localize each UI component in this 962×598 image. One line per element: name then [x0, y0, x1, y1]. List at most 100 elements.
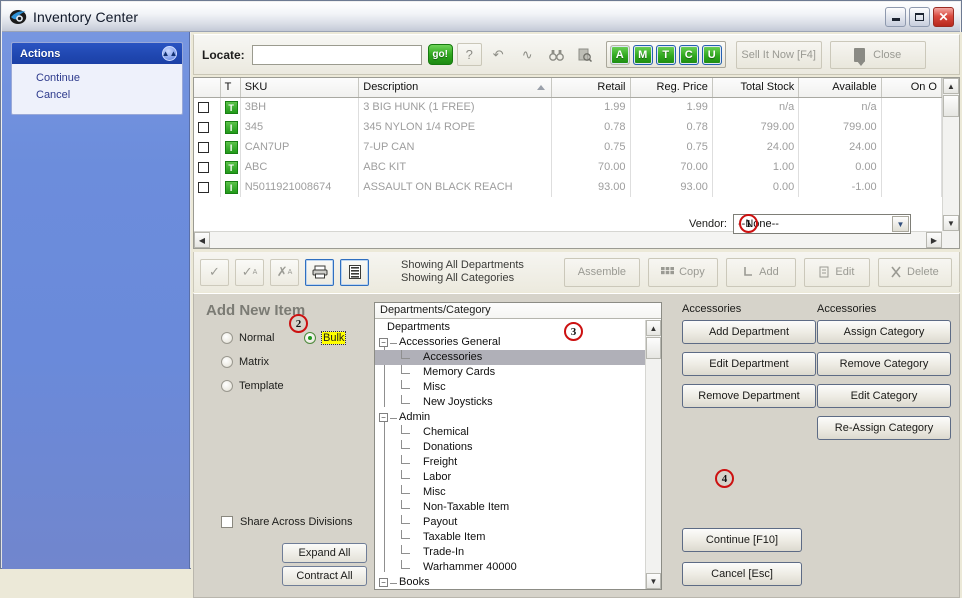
letter-filter-a[interactable]: A — [609, 44, 630, 65]
tree-vertical-scrollbar[interactable]: ▲ ▼ — [645, 320, 661, 589]
radio-option-matrix[interactable]: Matrix — [221, 356, 269, 368]
letter-filter-m[interactable]: M — [632, 44, 653, 65]
tree-scroll-thumb[interactable] — [646, 337, 661, 359]
tree-node[interactable]: − Admin — [375, 410, 645, 572]
go-button[interactable]: go! — [427, 44, 453, 65]
edit-department-button[interactable]: Edit Department — [682, 352, 816, 376]
close-button[interactable]: ✕ — [933, 7, 954, 27]
sidebar-item-cancel[interactable]: Cancel — [12, 87, 182, 104]
tree-node[interactable]: Payout — [375, 515, 645, 530]
row-checkbox[interactable] — [194, 117, 221, 137]
tree-node[interactable]: Donations — [375, 440, 645, 455]
tree-node[interactable]: − Accessories General — [375, 335, 645, 407]
binoculars-icon[interactable] — [544, 43, 569, 66]
row-checkbox[interactable] — [194, 177, 221, 197]
column-header-check[interactable] — [194, 78, 221, 98]
column-header-sku[interactable]: SKU — [240, 78, 360, 98]
row-checkbox[interactable] — [194, 137, 221, 157]
tree-expander-icon[interactable]: − — [379, 413, 388, 422]
table-row[interactable]: I N5011921008674 ASSAULT ON BLACK REACH 93.… — [194, 177, 942, 197]
add-department-button[interactable]: Add Department — [682, 320, 816, 344]
row-checkbox[interactable] — [194, 157, 221, 177]
help-icon[interactable]: ? — [456, 43, 482, 66]
continue-button[interactable]: Continue [F10] — [682, 528, 802, 552]
tree-expander-icon[interactable]: − — [379, 578, 388, 587]
share-across-divisions-checkbox[interactable]: Share Across Divisions — [221, 516, 353, 528]
grid-vertical-scrollbar[interactable]: ▲ ▼ — [942, 78, 959, 231]
assemble-button[interactable]: Assemble — [563, 257, 640, 287]
column-header-available[interactable]: Available — [798, 78, 882, 98]
report-search-icon[interactable] — [573, 43, 598, 66]
cancel-button[interactable]: Cancel [Esc] — [682, 562, 802, 586]
tree-node-selected[interactable]: Accessories — [375, 350, 645, 365]
tree-scroll-down-button[interactable]: ▼ — [646, 573, 661, 589]
refresh-icon[interactable]: ↶ — [486, 43, 511, 66]
radio-option-normal[interactable]: Normal — [221, 332, 274, 344]
chevron-down-icon[interactable]: ▼ — [892, 216, 909, 232]
letter-filter-t[interactable]: T — [655, 44, 676, 65]
tree-expander-icon[interactable]: − — [379, 338, 388, 347]
column-header-retail[interactable]: Retail — [551, 78, 631, 98]
expand-all-button[interactable]: Expand All — [282, 543, 367, 563]
contract-all-button[interactable]: Contract All — [282, 566, 367, 586]
radio-option-template[interactable]: Template — [221, 380, 284, 392]
tree-node[interactable]: Non-Taxable Item — [375, 500, 645, 515]
tree-node[interactable]: Freight — [375, 455, 645, 470]
edit-category-button[interactable]: Edit Category — [817, 384, 951, 408]
sidebar-item-continue[interactable]: Continue — [12, 70, 182, 87]
table-row[interactable]: I 345 345 NYLON 1/4 ROPE 0.78 0.78 799.00 799.… — [194, 117, 942, 137]
scroll-left-button[interactable]: ◀ — [194, 232, 210, 248]
edit-button[interactable]: Edit — [803, 257, 870, 287]
scroll-thumb[interactable] — [943, 95, 959, 117]
sell-it-now-button[interactable]: Sell It Now [F4] — [735, 40, 822, 69]
print-icon[interactable] — [305, 258, 334, 286]
tree-node[interactable]: Warhammer 40000 — [375, 560, 645, 575]
table-row[interactable]: I CAN7UP 7-UP CAN 0.75 0.75 24.00 24.00 — [194, 137, 942, 157]
tree-node[interactable]: Labor — [375, 470, 645, 485]
trend-icon[interactable]: ∿ — [515, 43, 540, 66]
check-icon[interactable]: ✓ — [200, 258, 229, 286]
table-row[interactable]: T 3BH 3 BIG HUNK (1 FREE) 1.99 1.99 n/a n/a — [194, 97, 942, 117]
add-button[interactable]: Add — [725, 257, 796, 287]
tree-body[interactable]: Departments − Accessories General Accessori… — [375, 320, 645, 589]
letter-filter-u[interactable]: U — [701, 44, 722, 65]
tree-node[interactable]: Memory Cards — [375, 365, 645, 380]
delete-button[interactable]: Delete — [877, 257, 952, 287]
tree-node[interactable]: Chemical — [375, 425, 645, 440]
remove-department-button[interactable]: Remove Department — [682, 384, 816, 408]
column-header-on-order[interactable]: On O — [881, 78, 942, 98]
copy-button[interactable]: Copy — [647, 257, 718, 287]
tree-scroll-up-button[interactable]: ▲ — [646, 320, 661, 336]
assign-category-button[interactable]: Assign Category — [817, 320, 951, 344]
vendor-select[interactable]: --None-- ▼ — [733, 214, 911, 234]
chevrons-up-icon[interactable]: ▲▲ — [162, 46, 177, 61]
letter-filter-c[interactable]: C — [678, 44, 699, 65]
locate-input[interactable] — [251, 44, 422, 65]
scroll-right-button[interactable]: ▶ — [926, 232, 942, 248]
table-row[interactable]: T ABC ABC KIT 70.00 70.00 1.00 0.00 — [194, 157, 942, 177]
tree-node[interactable]: Departments — [375, 320, 645, 335]
scroll-down-button[interactable]: ▼ — [943, 215, 959, 231]
tree-node[interactable]: Taxable Item — [375, 530, 645, 545]
uncheck-all-icon[interactable]: ✗ A — [270, 258, 299, 286]
radio-option-bulk[interactable]: Bulk — [304, 331, 347, 345]
tree-node[interactable]: Trade-In — [375, 545, 645, 560]
close-icon: ✕ — [938, 10, 949, 24]
tree-node[interactable]: New Joysticks — [375, 395, 645, 410]
column-header-description[interactable]: Description — [358, 78, 553, 98]
remove-category-button[interactable]: Remove Category — [817, 352, 951, 376]
column-header-total-stock[interactable]: Total Stock — [712, 78, 800, 98]
check-all-icon[interactable]: ✓ A — [235, 258, 264, 286]
minimize-button[interactable] — [885, 7, 906, 27]
list-icon[interactable] — [340, 258, 369, 286]
close-window-button[interactable]: Close — [829, 40, 926, 69]
scroll-up-button[interactable]: ▲ — [943, 78, 959, 94]
row-checkbox[interactable] — [194, 97, 221, 117]
tree-node[interactable]: Misc — [375, 380, 645, 395]
reassign-category-button[interactable]: Re-Assign Category — [817, 416, 951, 440]
tree-node[interactable]: Misc — [375, 485, 645, 500]
tree-node[interactable]: − Books — [375, 575, 645, 589]
maximize-button[interactable] — [909, 7, 930, 27]
column-header-type[interactable]: T — [220, 78, 241, 98]
column-header-reg-price[interactable]: Reg. Price — [630, 78, 713, 98]
